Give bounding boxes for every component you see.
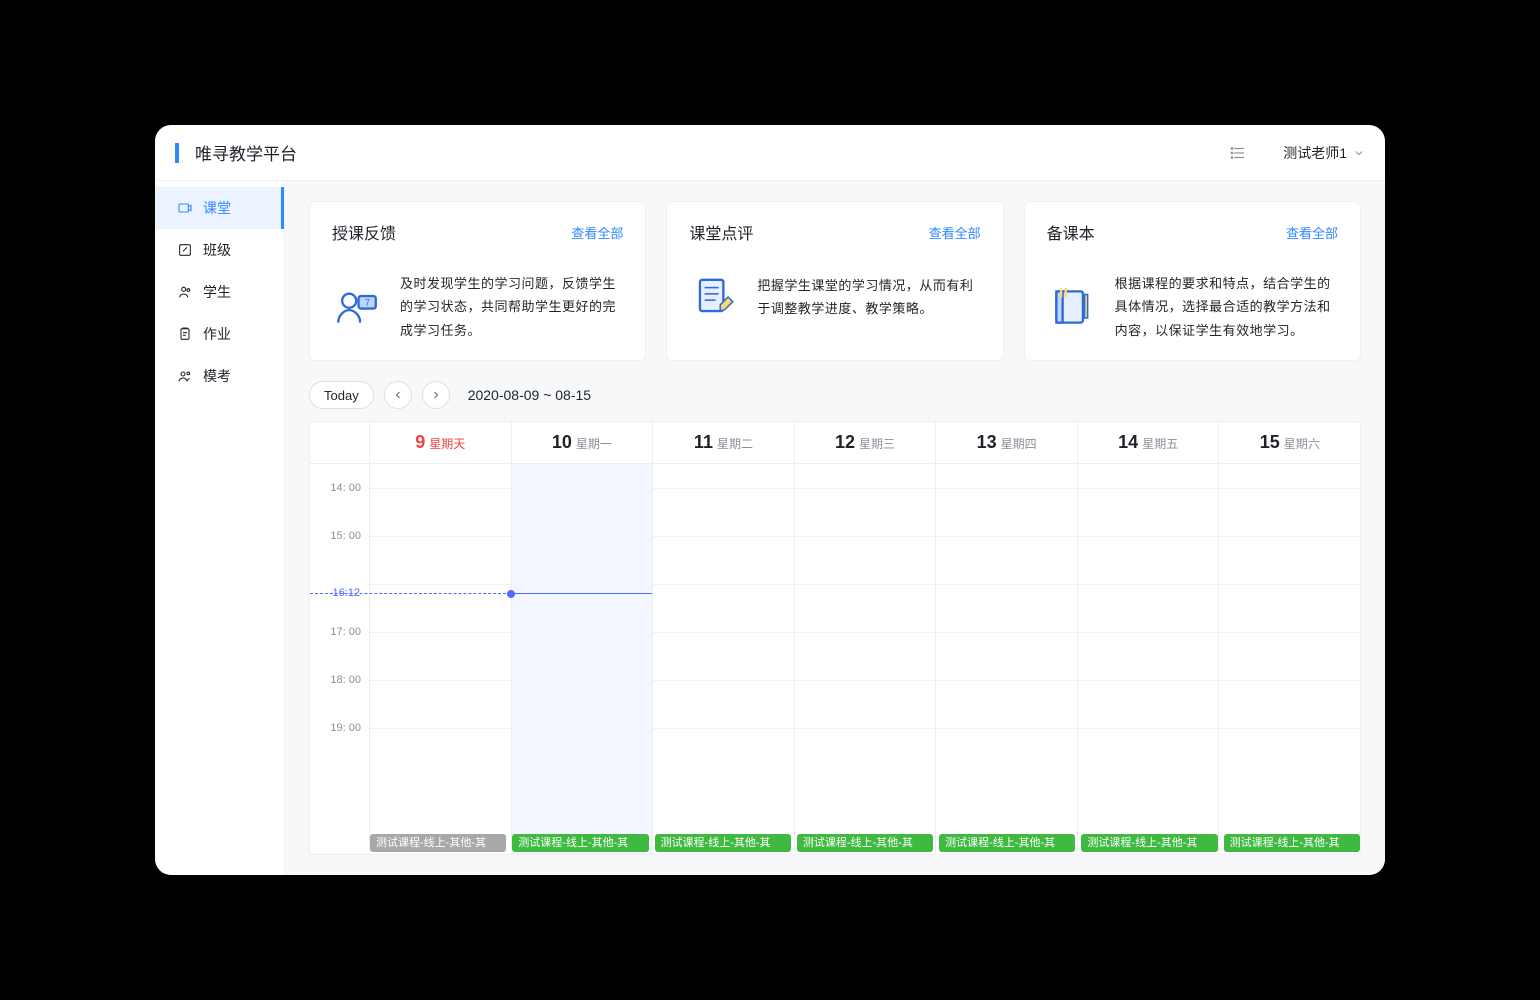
view-all-link[interactable]: 查看全部 [571,223,623,242]
card-prep: 备课本 查看全部 根据课程的要求和特点，结合学生的具体情况，选择最合适的教学方法… [1024,201,1361,361]
calendar-controls: Today 2020-08-09 ~ 08-15 [309,381,1361,409]
now-label: 16:12 [331,587,361,599]
brand-accent [175,143,179,163]
sidebar-item-label: 作业 [203,324,231,344]
main: 授课反馈 查看全部 7 及时发现学生的学习问题，反馈学生的学习状态，共同帮助学生… [285,181,1385,875]
app-title: 唯寻教学平台 [195,140,297,165]
event-pill[interactable]: 测试课程-线上-其他-其 [1081,834,1217,852]
card-title: 课堂点评 [689,220,753,244]
card-desc: 根据课程的要求和特点，结合学生的具体情况，选择最合适的教学方法和内容，以保证学生… [1115,272,1338,342]
sidebar-item-exam[interactable]: 模考 [155,355,284,397]
days-container [370,464,1360,854]
sidebar-item-classroom[interactable]: 课堂 [155,187,284,229]
sidebar: 课堂 班级 学生 作业 模考 [155,181,285,875]
chevron-right-icon [430,389,442,401]
user-dropdown[interactable]: 测试老师1 [1283,143,1365,163]
day-column[interactable] [512,464,654,854]
day-column[interactable] [370,464,512,854]
hour-label: 19: 00 [330,722,361,734]
hour-label: 15: 00 [330,530,361,542]
calendar-grid[interactable]: 14: 00 15: 00 16:12 17: 00 18: 00 19: 00 [310,464,1360,854]
day-header[interactable]: 10 星期一 [512,422,654,463]
topbar: 唯寻教学平台 测试老师1 [155,125,1385,181]
event-pill[interactable]: 测试课程-线上-其他-其 [939,834,1075,852]
day-header[interactable]: 12 星期三 [795,422,937,463]
gutter-head [310,422,370,463]
card-feedback: 授课反馈 查看全部 7 及时发现学生的学习问题，反馈学生的学习状态，共同帮助学生… [309,201,646,361]
day-header[interactable]: 14 星期五 [1078,422,1220,463]
now-indicator [512,593,653,594]
card-desc: 把握学生课堂的学习情况，从而有利于调整教学进度、教学策略。 [757,274,980,321]
prev-week-button[interactable] [384,381,412,409]
chevron-left-icon [392,389,404,401]
sidebar-item-label: 学生 [203,282,231,302]
next-week-button[interactable] [422,381,450,409]
svg-text:7: 7 [365,298,370,308]
hour-label: 17: 00 [330,626,361,638]
day-column[interactable] [795,464,937,854]
day-header[interactable]: 9 星期天 [370,422,512,463]
day-header[interactable]: 13 星期四 [936,422,1078,463]
day-header[interactable]: 15 星期六 [1219,422,1360,463]
clipboard-icon [177,326,193,342]
time-gutter: 14: 00 15: 00 16:12 17: 00 18: 00 19: 00 [310,464,370,854]
users-icon [177,368,193,384]
sidebar-item-label: 班级 [203,240,231,260]
hour-label: 18: 00 [330,674,361,686]
card-review: 课堂点评 查看全部 把握学生课堂的学习情况，从而有利于调整教学进度、教学策略。 [666,201,1003,361]
review-icon [689,272,739,322]
hour-label: 14: 00 [330,482,361,494]
event-pill[interactable]: 测试课程-线上-其他-其 [512,834,648,852]
user-icon [177,284,193,300]
sidebar-item-student[interactable]: 学生 [155,271,284,313]
edit-icon [177,242,193,258]
card-desc: 及时发现学生的学习问题，反馈学生的学习状态，共同帮助学生更好的完成学习任务。 [400,272,623,342]
event-pill[interactable]: 测试课程-线上-其他-其 [1224,834,1360,852]
chevron-down-icon [1353,147,1365,159]
body: 课堂 班级 学生 作业 模考 授课反 [155,181,1385,875]
allday-row: 测试课程-线上-其他-其 测试课程-线上-其他-其 测试课程-线上-其他-其 测… [310,834,1360,852]
event-pill[interactable]: 测试课程-线上-其他-其 [655,834,791,852]
event-pill[interactable]: 测试课程-线上-其他-其 [797,834,933,852]
card-title: 备课本 [1047,220,1095,244]
list-icon[interactable] [1229,144,1247,162]
today-button[interactable]: Today [309,381,374,409]
app-window: 唯寻教学平台 测试老师1 课堂 班级 学生 [155,125,1385,875]
day-column[interactable] [1078,464,1220,854]
notebook-icon [1047,282,1097,332]
cards-row: 授课反馈 查看全部 7 及时发现学生的学习问题，反馈学生的学习状态，共同帮助学生… [309,201,1361,361]
date-range: 2020-08-09 ~ 08-15 [468,387,591,403]
day-header[interactable]: 11 星期二 [653,422,795,463]
sidebar-item-class[interactable]: 班级 [155,229,284,271]
view-all-link[interactable]: 查看全部 [929,223,981,242]
calendar: 9 星期天 10 星期一 11 星期二 12 星期三 [309,421,1361,855]
calendar-header: 9 星期天 10 星期一 11 星期二 12 星期三 [310,422,1360,464]
day-column[interactable] [653,464,795,854]
user-name: 测试老师1 [1283,143,1347,163]
day-column[interactable] [1219,464,1360,854]
day-column[interactable] [936,464,1078,854]
sidebar-item-homework[interactable]: 作业 [155,313,284,355]
event-pill[interactable]: 测试课程-线上-其他-其 [370,834,506,852]
video-icon [177,200,193,216]
feedback-icon: 7 [332,282,382,332]
sidebar-item-label: 模考 [203,366,231,386]
sidebar-item-label: 课堂 [203,198,231,218]
card-title: 授课反馈 [332,220,396,244]
view-all-link[interactable]: 查看全部 [1286,223,1338,242]
